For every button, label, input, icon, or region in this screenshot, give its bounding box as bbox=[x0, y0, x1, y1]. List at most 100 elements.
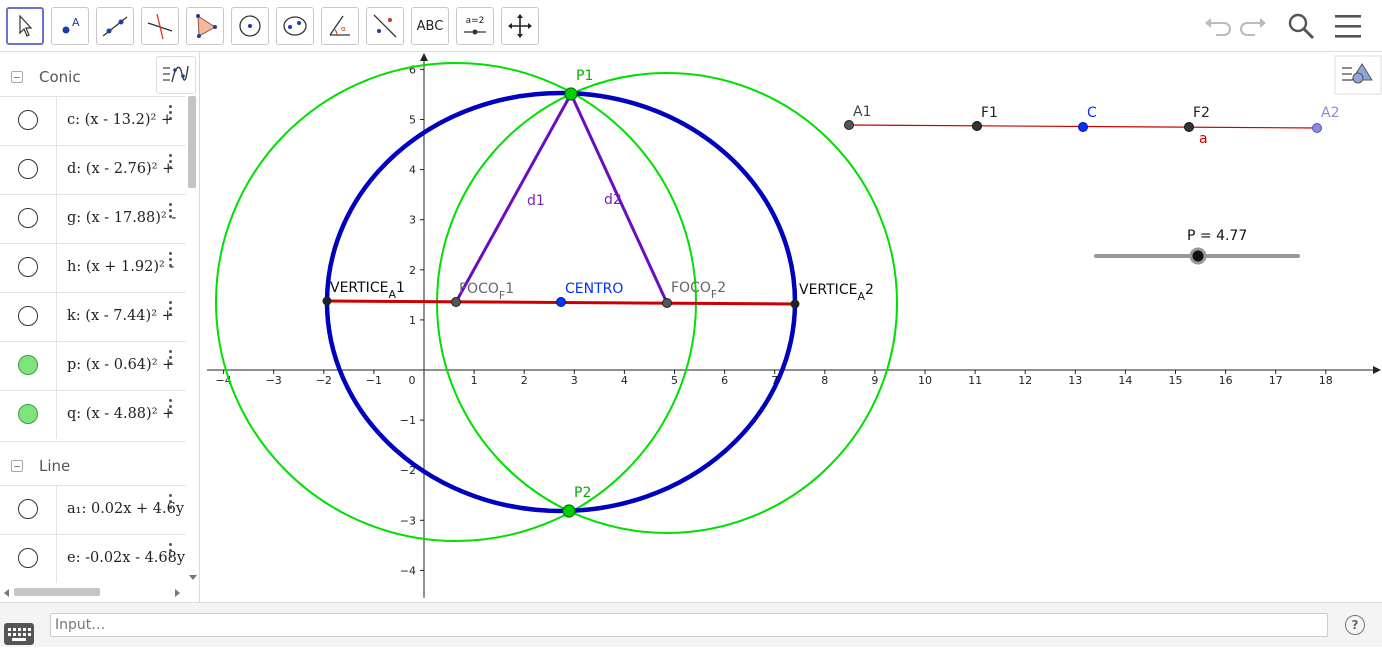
y-tick-label: 3 bbox=[409, 214, 416, 227]
line-tool[interactable] bbox=[96, 7, 134, 45]
x-tick-label: 11 bbox=[968, 374, 982, 387]
keyboard-button[interactable] bbox=[4, 623, 34, 645]
redo-button[interactable] bbox=[1239, 11, 1269, 41]
scroll-down-arrow-icon[interactable] bbox=[188, 572, 198, 582]
redo-icon bbox=[1240, 18, 1266, 36]
group-header-line[interactable]: Line bbox=[0, 441, 186, 490]
circle-center-point-tool[interactable] bbox=[231, 7, 269, 45]
point-foco-f1[interactable] bbox=[451, 297, 461, 307]
visibility-toggle[interactable] bbox=[18, 159, 38, 179]
point-a1[interactable] bbox=[844, 120, 854, 130]
graphics-view[interactable]: −4 −3 −2 −1 0 1 2 3 4 5 6 7 8 9 10 11 12 13 14 15 16 17 186543… bbox=[200, 52, 1382, 602]
point-f2[interactable] bbox=[1184, 122, 1194, 132]
input-field[interactable] bbox=[50, 613, 1328, 637]
point-p2[interactable] bbox=[562, 504, 576, 518]
x-tick-label: 12 bbox=[1018, 374, 1032, 387]
scroll-right-arrow-icon[interactable] bbox=[172, 588, 182, 598]
move-tool[interactable] bbox=[6, 7, 44, 45]
more-options-icon[interactable] bbox=[168, 350, 174, 370]
algebra-row-c[interactable]: c: (x - 13.2)² + bbox=[0, 96, 186, 145]
x-axis-arrow-icon bbox=[1373, 366, 1381, 374]
input-bar: ? bbox=[0, 602, 1382, 647]
more-options-icon[interactable] bbox=[168, 301, 174, 321]
visibility-toggle[interactable] bbox=[18, 110, 38, 130]
reflect-icon bbox=[373, 14, 397, 38]
algebra-row-d[interactable]: d: (x - 2.76)² + bbox=[0, 145, 186, 194]
slider-label: P = 4.77 bbox=[1187, 228, 1247, 244]
x-tick-label: 13 bbox=[1068, 374, 1082, 387]
vertical-scrollbar-thumb[interactable] bbox=[188, 96, 196, 188]
more-options-icon[interactable] bbox=[168, 105, 174, 125]
visibility-toggle[interactable] bbox=[18, 548, 38, 568]
more-options-icon[interactable] bbox=[168, 154, 174, 174]
more-options-icon[interactable] bbox=[168, 543, 174, 563]
y-tick-label: 4 bbox=[409, 164, 416, 177]
visibility-toggle[interactable] bbox=[18, 404, 38, 424]
label-vertice-a1: VERTICEA1 bbox=[330, 280, 405, 301]
perpendicular-line-tool[interactable] bbox=[141, 7, 179, 45]
horizontal-scrollbar-thumb[interactable] bbox=[14, 588, 100, 596]
segment-d1[interactable] bbox=[454, 93, 573, 303]
algebra-row-a1[interactable]: a₁: 0.02x + 4.6y bbox=[0, 485, 186, 534]
label-centro: CENTRO bbox=[565, 281, 623, 297]
point-f1[interactable] bbox=[972, 121, 982, 131]
point-c[interactable] bbox=[1078, 122, 1088, 132]
algebra-row-p[interactable]: p: (x - 0.64)² + bbox=[0, 341, 186, 390]
algebra-row-q[interactable]: q: (x - 4.88)² + bbox=[0, 390, 186, 439]
algebra-row-g[interactable]: g: (x - 17.88)² - bbox=[0, 194, 186, 243]
help-button[interactable]: ? bbox=[1345, 615, 1365, 635]
algebra-row-e[interactable]: e: -0.02x - 4.68y bbox=[0, 534, 186, 583]
more-options-icon[interactable] bbox=[168, 494, 174, 514]
more-options-icon[interactable] bbox=[168, 252, 174, 272]
visibility-toggle[interactable] bbox=[18, 499, 38, 519]
x-tick-label: 2 bbox=[521, 374, 528, 387]
move-graphics-view-tool[interactable] bbox=[501, 7, 539, 45]
algebra-row-k[interactable]: k: (x - 7.44)² + bbox=[0, 292, 186, 341]
more-options-icon[interactable] bbox=[168, 399, 174, 419]
point-tool[interactable]: A bbox=[51, 7, 89, 45]
y-tick-label: 5 bbox=[409, 114, 416, 127]
visibility-toggle[interactable] bbox=[18, 306, 38, 326]
cursor-arrow-icon bbox=[19, 14, 33, 37]
label-foco-f2: FOCOF2 bbox=[671, 280, 726, 301]
x-tick-label: 3 bbox=[571, 374, 578, 387]
angle-tool[interactable]: α bbox=[321, 7, 359, 45]
point-foco-f2[interactable] bbox=[662, 298, 672, 308]
search-button[interactable] bbox=[1286, 11, 1316, 41]
undo-button[interactable] bbox=[1202, 11, 1232, 41]
text-tool[interactable]: ABC bbox=[411, 7, 449, 45]
circle-icon bbox=[239, 15, 261, 37]
slider-handle[interactable] bbox=[1189, 247, 1207, 265]
graphics-style-bar-button[interactable] bbox=[1334, 55, 1382, 95]
point-vertice-a2[interactable] bbox=[790, 299, 800, 309]
scroll-left-arrow-icon[interactable] bbox=[2, 588, 12, 598]
more-options-icon[interactable] bbox=[168, 203, 174, 223]
collapse-icon[interactable] bbox=[11, 71, 23, 83]
algebra-view: Conic c: (x - 13.2)² + d: (x - 2.76)² + … bbox=[0, 52, 200, 602]
visibility-toggle[interactable] bbox=[18, 208, 38, 228]
move-arrows-icon bbox=[508, 14, 532, 38]
visibility-toggle[interactable] bbox=[18, 257, 38, 277]
line-icon bbox=[102, 16, 128, 37]
point-a2[interactable] bbox=[1312, 123, 1322, 133]
visibility-toggle[interactable] bbox=[18, 355, 38, 375]
algebra-style-bar-button[interactable] bbox=[156, 56, 196, 94]
point-p1[interactable] bbox=[564, 87, 578, 101]
collapse-icon[interactable] bbox=[11, 460, 23, 472]
ellipse-tool[interactable] bbox=[276, 7, 314, 45]
x-tick-label: 0 bbox=[409, 374, 416, 387]
main-menu-button[interactable] bbox=[1333, 11, 1363, 41]
point-vertice-a1[interactable] bbox=[322, 296, 332, 306]
x-tick-label: 18 bbox=[1319, 374, 1333, 387]
x-tick-label: 5 bbox=[671, 374, 678, 387]
x-tick-label: 10 bbox=[918, 374, 932, 387]
x-tick-label: 1 bbox=[471, 374, 478, 387]
menu-icon bbox=[1335, 15, 1361, 38]
y-tick-label: 2 bbox=[409, 264, 416, 277]
algebra-row-h[interactable]: h: (x + 1.92)² - bbox=[0, 243, 186, 292]
point-centro[interactable] bbox=[556, 297, 566, 307]
label-f2: F2 bbox=[1193, 105, 1210, 121]
slider-tool[interactable]: a=2 bbox=[456, 7, 494, 45]
polygon-tool[interactable] bbox=[186, 7, 224, 45]
reflect-tool[interactable] bbox=[366, 7, 404, 45]
